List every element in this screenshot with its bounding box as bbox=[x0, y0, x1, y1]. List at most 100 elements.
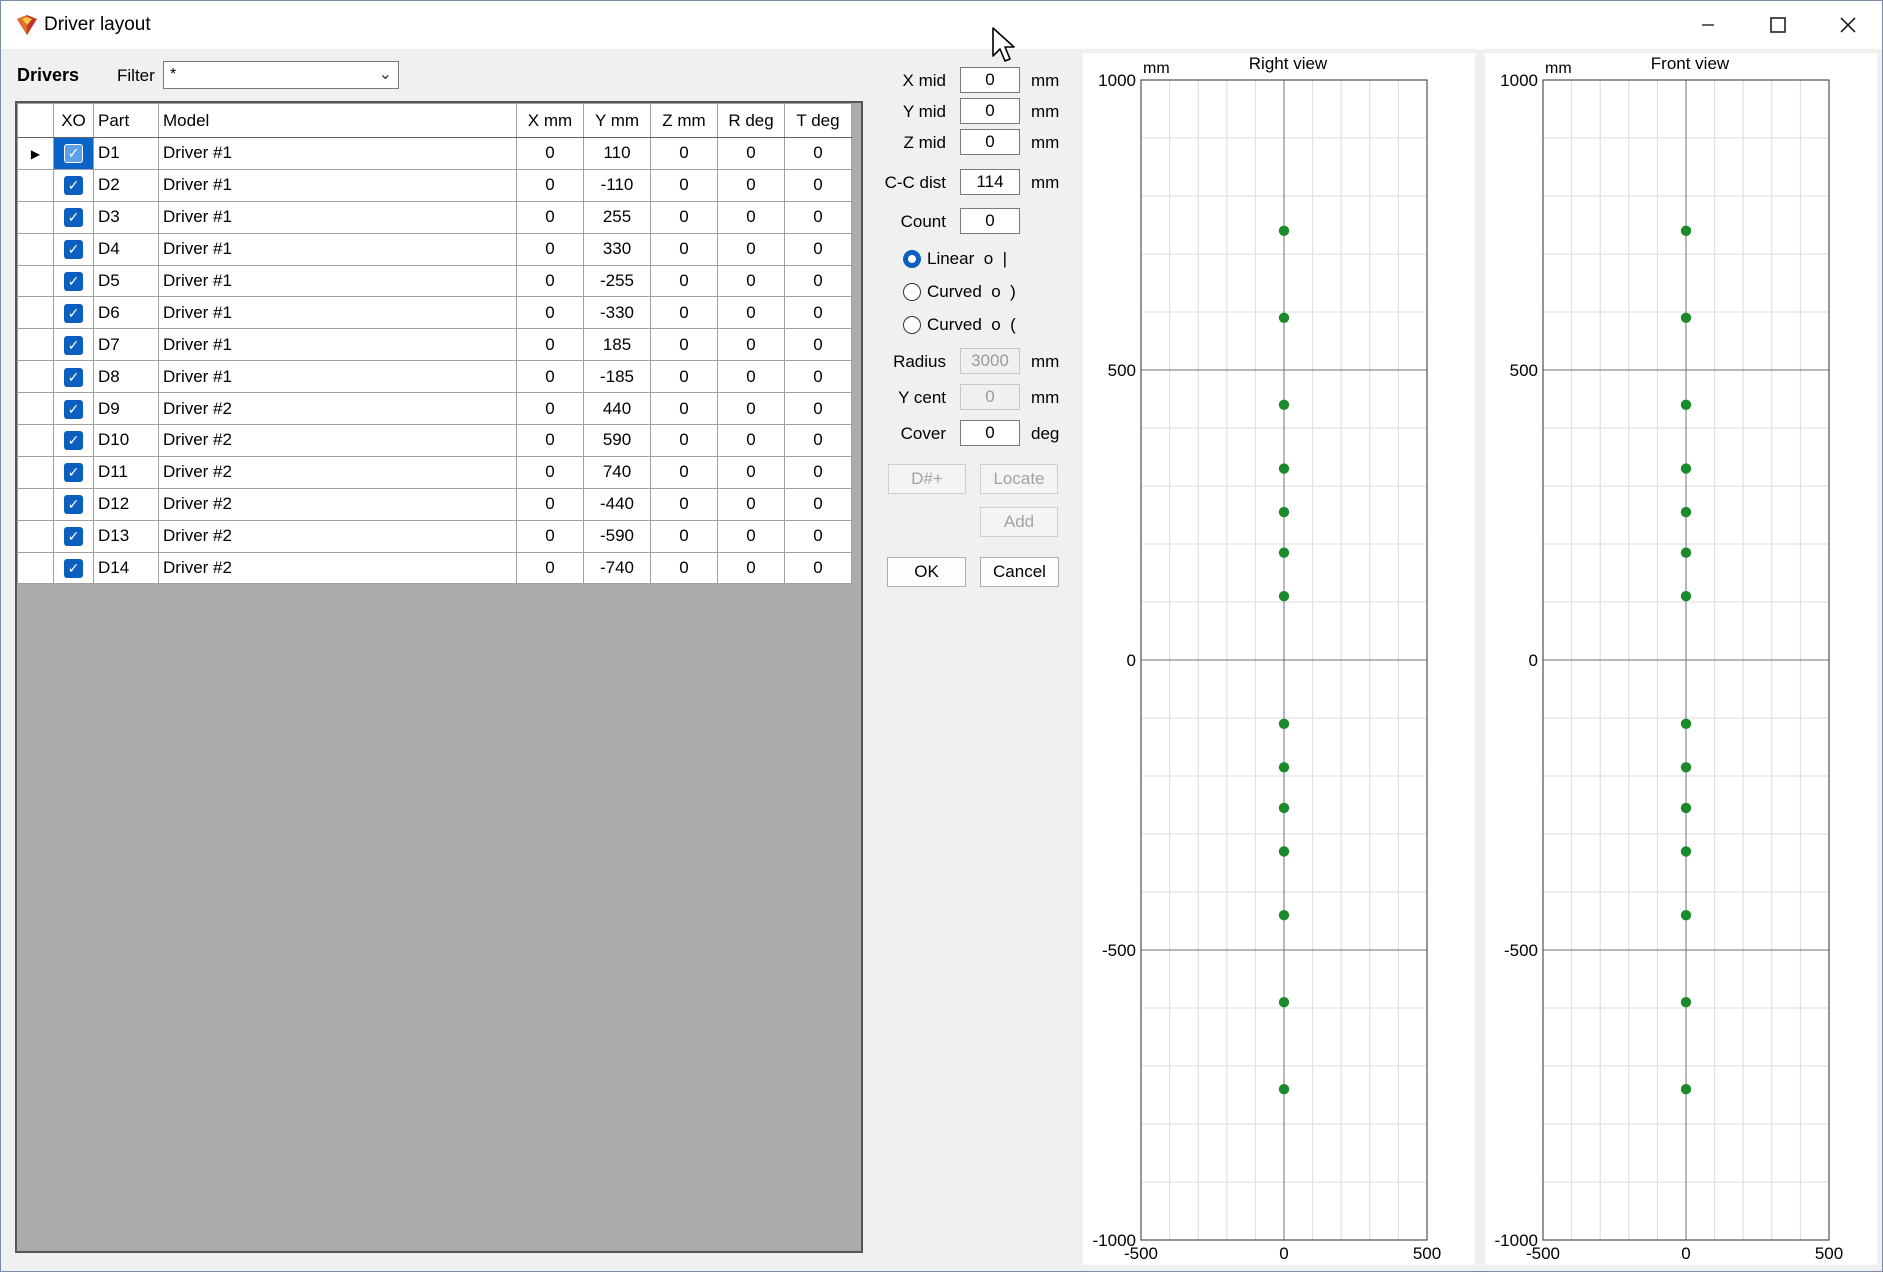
xo-cell[interactable]: ✓ bbox=[53, 137, 94, 170]
row-header[interactable] bbox=[17, 392, 54, 426]
radio-curved-right[interactable]: Curved o ) bbox=[903, 282, 1016, 302]
t-cell[interactable]: 0 bbox=[784, 519, 852, 553]
x-cell[interactable]: 0 bbox=[516, 551, 584, 585]
r-cell[interactable]: 0 bbox=[717, 455, 785, 489]
t-cell[interactable]: 0 bbox=[784, 137, 852, 170]
ok-button[interactable]: OK bbox=[887, 557, 966, 587]
filter-dropdown[interactable]: * ⌄ bbox=[163, 61, 399, 89]
part-cell[interactable]: D12 bbox=[93, 487, 159, 521]
y-mid-input[interactable]: 0 bbox=[960, 98, 1020, 124]
row-header[interactable] bbox=[17, 200, 54, 234]
xo-cell[interactable]: ✓ bbox=[53, 296, 94, 330]
xo-cell[interactable]: ✓ bbox=[53, 392, 94, 426]
col-header-part[interactable]: Part bbox=[93, 103, 159, 138]
y-cell[interactable]: -440 bbox=[583, 487, 651, 521]
row-header[interactable]: ▶ bbox=[17, 137, 54, 170]
xo-checkbox[interactable]: ✓ bbox=[64, 367, 83, 387]
title-bar[interactable]: Driver layout bbox=[1, 1, 1882, 49]
col-header-model[interactable]: Model bbox=[158, 103, 517, 138]
table-row[interactable]: ✓ D14 Driver #2 0 -740 0 0 0 bbox=[17, 551, 852, 585]
z-cell[interactable]: 0 bbox=[650, 487, 718, 521]
table-row[interactable]: ✓ D7 Driver #1 0 185 0 0 0 bbox=[17, 328, 852, 362]
part-cell[interactable]: D7 bbox=[93, 328, 159, 362]
xo-checkbox[interactable]: ✓ bbox=[64, 463, 83, 483]
col-header-y[interactable]: Y mm bbox=[583, 103, 651, 138]
part-cell[interactable]: D9 bbox=[93, 392, 159, 426]
table-row[interactable]: ✓ D3 Driver #1 0 255 0 0 0 bbox=[17, 200, 852, 234]
xo-cell[interactable]: ✓ bbox=[53, 455, 94, 489]
x-cell[interactable]: 0 bbox=[516, 360, 584, 394]
model-cell[interactable]: Driver #1 bbox=[158, 200, 517, 234]
z-cell[interactable]: 0 bbox=[650, 296, 718, 330]
col-header-z[interactable]: Z mm bbox=[650, 103, 718, 138]
z-cell[interactable]: 0 bbox=[650, 328, 718, 362]
table-row[interactable]: ▶ ✓ D1 Driver #1 0 110 0 0 0 bbox=[17, 137, 852, 170]
xo-checkbox[interactable]: ✓ bbox=[64, 399, 83, 419]
z-cell[interactable]: 0 bbox=[650, 137, 718, 170]
minimize-icon[interactable] bbox=[1673, 1, 1743, 49]
table-row[interactable]: ✓ D11 Driver #2 0 740 0 0 0 bbox=[17, 455, 852, 489]
table-row[interactable]: ✓ D6 Driver #1 0 -330 0 0 0 bbox=[17, 296, 852, 330]
t-cell[interactable]: 0 bbox=[784, 232, 852, 266]
table-row[interactable]: ✓ D10 Driver #2 0 590 0 0 0 bbox=[17, 424, 852, 457]
xo-cell[interactable]: ✓ bbox=[53, 200, 94, 234]
maximize-icon[interactable] bbox=[1743, 1, 1813, 49]
row-header[interactable] bbox=[17, 168, 54, 202]
z-mid-input[interactable]: 0 bbox=[960, 129, 1020, 155]
t-cell[interactable]: 0 bbox=[784, 360, 852, 394]
x-cell[interactable]: 0 bbox=[516, 487, 584, 521]
xo-cell[interactable]: ✓ bbox=[53, 168, 94, 202]
z-cell[interactable]: 0 bbox=[650, 519, 718, 553]
x-cell[interactable]: 0 bbox=[516, 168, 584, 202]
r-cell[interactable]: 0 bbox=[717, 392, 785, 426]
close-icon[interactable] bbox=[1813, 1, 1883, 49]
z-cell[interactable]: 0 bbox=[650, 455, 718, 489]
xo-checkbox[interactable]: ✓ bbox=[64, 431, 83, 451]
y-cell[interactable]: 255 bbox=[583, 200, 651, 234]
xo-checkbox[interactable]: ✓ bbox=[64, 208, 83, 228]
r-cell[interactable]: 0 bbox=[717, 487, 785, 521]
model-cell[interactable]: Driver #1 bbox=[158, 168, 517, 202]
z-cell[interactable]: 0 bbox=[650, 200, 718, 234]
table-row[interactable]: ✓ D4 Driver #1 0 330 0 0 0 bbox=[17, 232, 852, 266]
model-cell[interactable]: Driver #2 bbox=[158, 392, 517, 426]
row-header[interactable] bbox=[17, 328, 54, 362]
part-cell[interactable]: D10 bbox=[93, 424, 159, 457]
y-cell[interactable]: 440 bbox=[583, 392, 651, 426]
part-cell[interactable]: D1 bbox=[93, 137, 159, 170]
part-cell[interactable]: D11 bbox=[93, 455, 159, 489]
y-cell[interactable]: -255 bbox=[583, 264, 651, 298]
part-cell[interactable]: D14 bbox=[93, 551, 159, 585]
t-cell[interactable]: 0 bbox=[784, 296, 852, 330]
r-cell[interactable]: 0 bbox=[717, 137, 785, 170]
y-cell[interactable]: -740 bbox=[583, 551, 651, 585]
row-header[interactable] bbox=[17, 519, 54, 553]
col-header-xo[interactable]: XO bbox=[53, 103, 94, 138]
radio-curved-left[interactable]: Curved o ( bbox=[903, 315, 1016, 335]
x-cell[interactable]: 0 bbox=[516, 392, 584, 426]
part-cell[interactable]: D6 bbox=[93, 296, 159, 330]
r-cell[interactable]: 0 bbox=[717, 328, 785, 362]
model-cell[interactable]: Driver #1 bbox=[158, 232, 517, 266]
xo-cell[interactable]: ✓ bbox=[53, 328, 94, 362]
z-cell[interactable]: 0 bbox=[650, 360, 718, 394]
table-row[interactable]: ✓ D12 Driver #2 0 -440 0 0 0 bbox=[17, 487, 852, 521]
y-cell[interactable]: -590 bbox=[583, 519, 651, 553]
model-cell[interactable]: Driver #1 bbox=[158, 264, 517, 298]
x-cell[interactable]: 0 bbox=[516, 200, 584, 234]
part-cell[interactable]: D2 bbox=[93, 168, 159, 202]
add-button[interactable]: Add bbox=[980, 507, 1058, 537]
part-cell[interactable]: D13 bbox=[93, 519, 159, 553]
xo-checkbox[interactable]: ✓ bbox=[64, 176, 83, 196]
col-header-x[interactable]: X mm bbox=[516, 103, 584, 138]
y-cell[interactable]: -185 bbox=[583, 360, 651, 394]
t-cell[interactable]: 0 bbox=[784, 392, 852, 426]
x-cell[interactable]: 0 bbox=[516, 137, 584, 170]
t-cell[interactable]: 0 bbox=[784, 424, 852, 457]
model-cell[interactable]: Driver #2 bbox=[158, 519, 517, 553]
r-cell[interactable]: 0 bbox=[717, 424, 785, 457]
r-cell[interactable]: 0 bbox=[717, 551, 785, 585]
table-row[interactable]: ✓ D9 Driver #2 0 440 0 0 0 bbox=[17, 392, 852, 426]
r-cell[interactable]: 0 bbox=[717, 296, 785, 330]
d-number-plus-button[interactable]: D#+ bbox=[888, 464, 966, 494]
